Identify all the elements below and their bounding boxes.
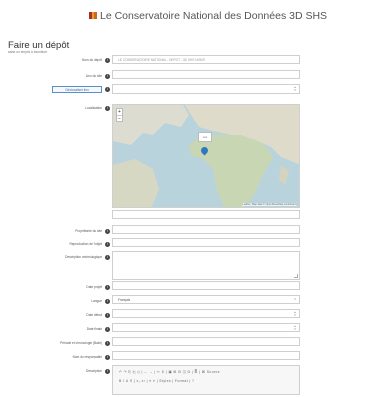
chevron-down-icon[interactable]: ▾ bbox=[293, 298, 297, 301]
info-icon[interactable]: i bbox=[105, 312, 110, 318]
depot-value: LE CONSERVATOIRE NATIONAL - DEPOT - 3D S… bbox=[118, 58, 205, 62]
map-attribution: Leaflet | Map data © OpenStreetMap contr… bbox=[242, 203, 297, 206]
editor-toolbar-row-1[interactable]: ↶ ↷ ⎘ ⎗ ⎙ | ← → | ✂ ⚲ | ▣ ⊞ ⊟ ◫ Ω | ≣ | … bbox=[119, 370, 220, 374]
langue-select[interactable]: Français ▾ bbox=[112, 295, 300, 304]
date-debut-field[interactable]: ▴ ▾ bbox=[112, 309, 300, 318]
editor-toolbar-row-2[interactable]: B I U S | x₂ x² | ≡ ≡ | Styles | Format … bbox=[119, 379, 194, 383]
info-icon[interactable]: i bbox=[105, 87, 110, 92]
date-projet-field[interactable] bbox=[112, 281, 300, 290]
logo bbox=[89, 12, 97, 19]
info-icon[interactable]: i bbox=[105, 326, 110, 332]
site-header: Le Conservatoire National des Données 3D… bbox=[0, 0, 372, 28]
zoom-out-icon[interactable]: − bbox=[117, 116, 122, 123]
depot-field[interactable]: LE CONSERVATOIRE NATIONAL - DEPOT - 3D S… bbox=[112, 55, 300, 64]
date-fin-field[interactable]: ▴ ▾ bbox=[112, 323, 300, 332]
geolocate-button[interactable]: Géolocaliser lieu bbox=[52, 86, 102, 93]
info-icon[interactable]: i bbox=[105, 73, 110, 79]
info-icon[interactable]: i bbox=[105, 298, 110, 304]
info-icon[interactable]: i bbox=[105, 284, 110, 290]
responsable-label: Nom du responsable bbox=[72, 355, 102, 359]
info-icon[interactable]: i bbox=[105, 254, 110, 260]
lieu-label: Lieu du site bbox=[85, 74, 102, 78]
info-icon[interactable]: i bbox=[105, 340, 110, 346]
langue-label: Langue bbox=[91, 299, 102, 303]
proprietaire-label: Propriétaire du site bbox=[75, 229, 102, 233]
map-land-shapes bbox=[113, 105, 299, 207]
map-popup: xxx bbox=[198, 132, 212, 142]
responsable-field[interactable] bbox=[112, 351, 300, 360]
reproduction-field[interactable] bbox=[112, 238, 300, 247]
description-archeo-label: Description archéologique bbox=[65, 255, 102, 259]
periode-label: Période et chronologie (Baliz) bbox=[60, 341, 102, 345]
stepper-icon[interactable]: ▴ ▾ bbox=[293, 325, 297, 331]
description-label: Description bbox=[86, 369, 102, 373]
geo-field[interactable]: ▴ ▾ bbox=[112, 84, 300, 94]
page-subtitle: saisir un emploi à fourniture bbox=[8, 50, 48, 54]
info-icon[interactable]: i bbox=[105, 228, 110, 234]
date-debut-label: Date début bbox=[86, 313, 102, 317]
stepper-icon[interactable]: ▴ ▾ bbox=[293, 86, 297, 92]
langue-selected-value: Français bbox=[118, 298, 131, 302]
site-title: Le Conservatoire National des Données 3D… bbox=[100, 10, 328, 22]
stepper-icon[interactable]: ▴ ▾ bbox=[293, 311, 297, 317]
map[interactable]: + − xxx Leaflet | Map data © OpenStreetM… bbox=[112, 104, 300, 208]
lieu-field[interactable] bbox=[112, 70, 300, 79]
rich-text-editor[interactable]: ↶ ↷ ⎘ ⎗ ⎙ | ← → | ✂ ⚲ | ▣ ⊞ ⊟ ◫ Ω | ≣ | … bbox=[112, 365, 300, 395]
coordinates-field[interactable] bbox=[112, 210, 300, 219]
localisation-label: Localisation bbox=[85, 106, 102, 110]
proprietaire-field[interactable] bbox=[112, 225, 300, 234]
info-icon[interactable]: i bbox=[105, 57, 110, 63]
description-archeo-textarea[interactable] bbox=[112, 251, 300, 280]
date-projet-label: Date projet bbox=[86, 285, 102, 289]
periode-field[interactable] bbox=[112, 337, 300, 346]
info-icon[interactable]: i bbox=[105, 105, 110, 111]
map-zoom-control[interactable]: + − bbox=[116, 108, 123, 122]
depot-label: Nom du dépôt bbox=[81, 58, 102, 62]
resize-handle-icon[interactable] bbox=[294, 274, 298, 278]
info-icon[interactable]: i bbox=[105, 368, 110, 374]
date-fin-label: Date finale bbox=[86, 327, 102, 331]
reproduction-label: Reproduction de l'objet bbox=[69, 242, 102, 246]
info-icon[interactable]: i bbox=[105, 354, 110, 360]
info-icon[interactable]: i bbox=[105, 241, 110, 247]
